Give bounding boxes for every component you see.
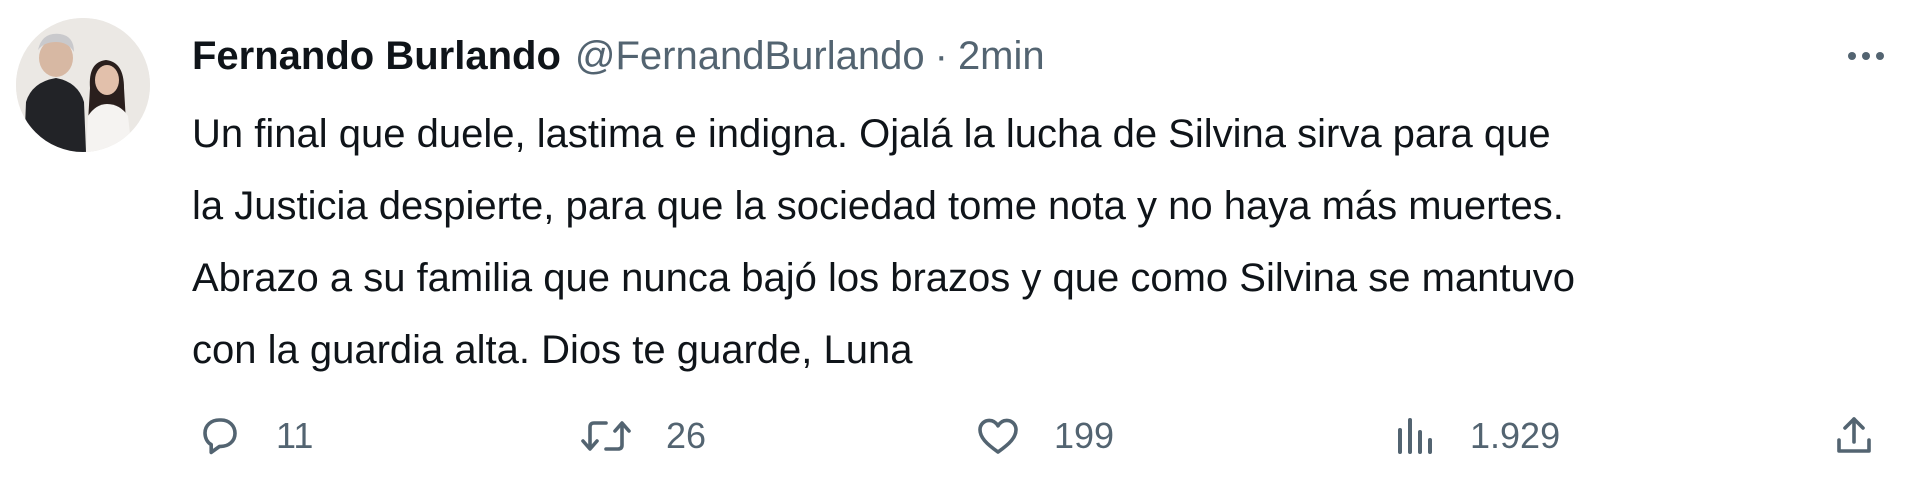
bar-chart-icon: [1398, 418, 1432, 454]
more-options-button[interactable]: [1838, 36, 1894, 76]
tweet-card: Fernando Burlando @FernandBurlando · 2mi…: [0, 0, 1920, 488]
separator-dot: ·: [934, 33, 948, 78]
avatar-photo: [16, 18, 150, 152]
author-handle[interactable]: @FernandBurlando: [575, 34, 925, 79]
heart-icon: [978, 418, 1018, 454]
like-count: 199: [1054, 415, 1115, 456]
action-bar: 11 26 199 1.929: [0, 408, 1920, 464]
tweet-text-line: con la guardia alta. Dios te guarde, Lun…: [192, 328, 913, 372]
retweet-arrows-icon: [581, 421, 631, 451]
reply-count: 11: [276, 415, 314, 456]
speech-bubble-icon: [203, 418, 237, 455]
views-count: 1.929: [1470, 415, 1561, 456]
tweet-header: Fernando Burlando @FernandBurlando · 2mi…: [192, 28, 1045, 84]
more-dots-icon: [1848, 52, 1884, 60]
like-button[interactable]: 199: [974, 408, 1114, 464]
retweet-button[interactable]: 26: [578, 408, 706, 464]
share-upload-icon: [1837, 417, 1871, 453]
share-button[interactable]: [1830, 408, 1878, 464]
tweet-text-line: Abrazo a su familia que nunca bajó los b…: [192, 256, 1575, 300]
tweet-text-line: Un final que duele, lastima e indigna. O…: [192, 112, 1551, 156]
reply-button[interactable]: 11: [196, 408, 313, 464]
author-name[interactable]: Fernando Burlando: [192, 34, 561, 79]
tweet-text-line: la Justicia despierte, para que la socie…: [192, 184, 1564, 228]
views-button[interactable]: 1.929: [1390, 408, 1560, 464]
tweet-text: Un final que duele, lastima e indigna. O…: [192, 98, 1892, 386]
timestamp[interactable]: 2min: [958, 34, 1045, 79]
retweet-count: 26: [666, 415, 707, 456]
avatar[interactable]: [16, 18, 150, 152]
